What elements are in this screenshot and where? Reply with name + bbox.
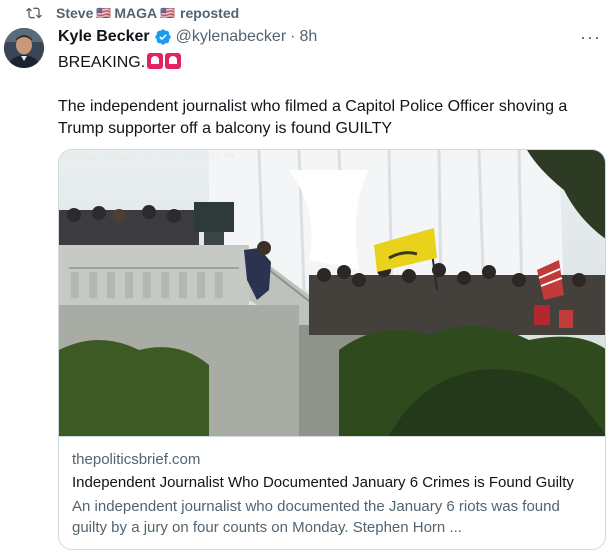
repost-label: reposted	[180, 5, 240, 21]
repost-indicator[interactable]: Steve 🇺🇸 MAGA 🇺🇸 reposted	[26, 4, 239, 22]
more-icon[interactable]: ···	[580, 27, 601, 48]
card-domain: thepoliticsbrief.com	[72, 451, 201, 468]
repost-user-name[interactable]: Steve	[56, 5, 93, 21]
repost-user-tag[interactable]: MAGA	[114, 5, 157, 21]
author-display-name[interactable]: Kyle Becker	[58, 28, 150, 46]
tweet-headline-line: BREAKING.	[58, 52, 603, 74]
tweet-headline: BREAKING.	[58, 54, 146, 71]
tweet-timestamp[interactable]: 8h	[299, 28, 317, 46]
author-avatar[interactable]	[4, 28, 44, 68]
card-image[interactable]: dnesday, January 06, 2021 2:01:51 PM	[59, 150, 605, 436]
card-title[interactable]: Independent Journalist Who Documented Ja…	[72, 473, 593, 493]
repost-icon	[26, 4, 44, 22]
verified-badge-icon[interactable]	[154, 28, 172, 46]
separator-dot: ·	[290, 28, 296, 45]
siren-icon	[165, 53, 182, 69]
card-meta[interactable]: thepoliticsbrief.com Independent Journal…	[59, 436, 605, 538]
siren-icon	[147, 53, 164, 69]
card-description: An independent journalist who documented…	[72, 498, 560, 536]
us-flag-icon: 🇺🇸	[160, 6, 176, 20]
tweet-header: Kyle Becker @kylenabecker · 8h ···	[58, 27, 611, 47]
video-timestamp-overlay: dnesday, January 06, 2021 2:01:51 PM	[61, 152, 235, 161]
tweet-text: BREAKING. The independent journalist who…	[58, 52, 603, 140]
link-preview-card[interactable]: dnesday, January 06, 2021 2:01:51 PM the…	[58, 149, 606, 550]
us-flag-icon: 🇺🇸	[96, 6, 112, 20]
author-handle[interactable]: @kylenabecker	[176, 28, 287, 46]
tweet-body: The independent journalist who filmed a …	[58, 98, 568, 137]
